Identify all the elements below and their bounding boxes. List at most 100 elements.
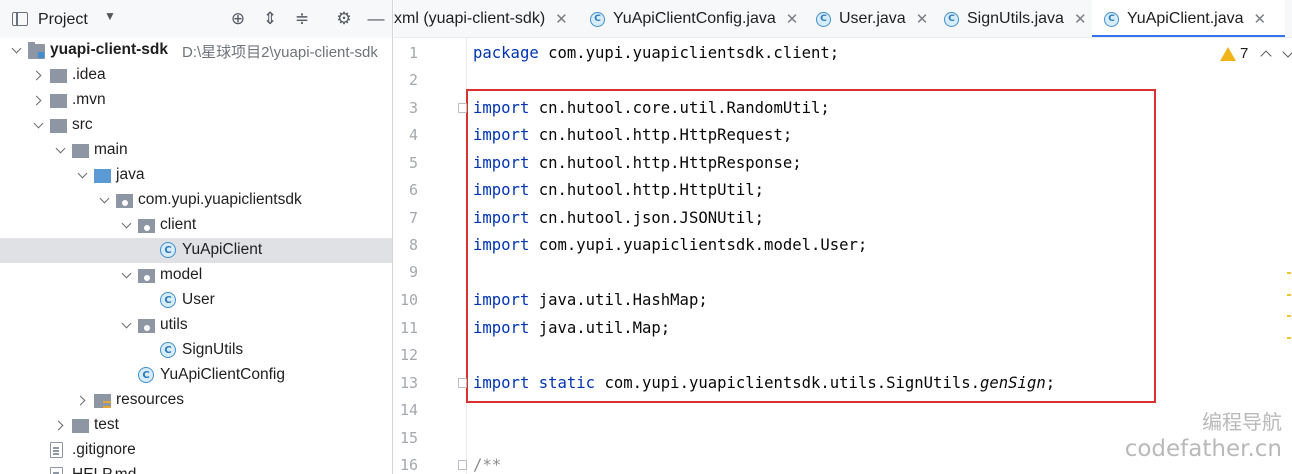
tree-item[interactable]: main [0,138,392,163]
package-dot-icon [144,225,150,231]
keyword-token: import [473,99,530,117]
chevron-down-icon[interactable] [120,269,132,281]
chevron-down-icon[interactable] [98,194,110,206]
code-line[interactable]: import java.util.Map; [473,319,670,337]
tree-item[interactable]: test [0,413,392,438]
tree-item[interactable]: src [0,113,392,138]
fold-icon[interactable] [458,378,467,388]
line-number: 3 [408,99,418,117]
tree-item-label: resources [116,391,185,408]
close-icon[interactable]: ✕ [916,10,929,28]
editor-tab[interactable]: C YuApiClient.java ✕ [1092,0,1285,37]
java-class-icon: C [160,242,176,258]
chevron-down-icon[interactable] [120,319,132,331]
tree-item-label: .mvn [72,91,106,108]
keyword-token: import [473,154,530,172]
tree-item[interactable]: C SignUtils [0,338,392,363]
line-number: 9 [408,263,418,281]
code-line[interactable]: import static com.yupi.yuapiclientsdk.ut… [473,374,1055,392]
chevron-up-icon[interactable] [1260,48,1272,60]
code-token: com.yupi.yuapiclientsdk.utils.SignUtils. [595,374,980,392]
code-line[interactable]: import com.yupi.yuapiclientsdk.model.Use… [473,236,867,254]
java-class-icon: C [590,11,605,27]
code-line[interactable]: package com.yupi.yuapiclientsdk.client; [473,44,839,62]
fold-icon[interactable] [458,103,467,113]
editor-tab-label: SignUtils.java [967,10,1064,27]
code-line[interactable]: import cn.hutool.core.util.RandomUtil; [473,99,830,117]
close-icon[interactable]: ✕ [786,10,799,28]
code-line[interactable]: import java.util.HashMap; [473,291,708,309]
tree-item[interactable]: model [0,263,392,288]
editor-tab-label: YuApiClientConfig.java [613,10,776,27]
project-panel-title[interactable]: Project [38,11,88,29]
collapse-all-icon[interactable]: ≑ [291,8,313,30]
editor-tab-label: xml (yuapi-client-sdk) [394,10,546,27]
tree-item[interactable]: .idea [0,63,392,88]
gear-icon[interactable]: ⚙ [333,8,355,30]
inspection-widget[interactable]: 7 [1220,45,1248,62]
close-icon[interactable]: ✕ [1254,10,1267,28]
chevron-down-icon[interactable] [1282,48,1292,60]
folder-icon [50,94,67,108]
editor-tab[interactable]: C SignUtils.java ✕ [932,0,1091,37]
chevron-right-icon[interactable] [32,69,44,81]
code-line[interactable]: import cn.hutool.http.HttpResponse; [473,154,802,172]
tree-item[interactable]: java [0,163,392,188]
code-line[interactable]: import cn.hutool.http.HttpUtil; [473,181,764,199]
tree-item-label: .idea [72,66,106,83]
resources-folder-icon [94,394,111,408]
module-icon [28,42,45,59]
line-number-gutter: 1 2 3 4 5 6 7 8 9 10 11 12 13 14 15 16 [394,38,466,474]
code-token: java.util.Map; [529,319,671,337]
package-icon [138,319,155,333]
line-number: 16 [399,456,418,474]
tree-item-label: YuApiClient [182,241,263,258]
tree-item[interactable]: C User [0,288,392,313]
chevron-down-icon[interactable] [54,144,66,156]
tree-item[interactable]: com.yupi.yuapiclientsdk [0,188,392,213]
tree-item-label: SignUtils [182,341,244,358]
code-line[interactable]: import cn.hutool.http.HttpRequest; [473,126,792,144]
file-icon [50,467,63,474]
keyword-token: import [473,126,530,144]
tree-item-label: main [94,141,128,158]
chevron-right-icon[interactable] [76,394,88,406]
tree-item[interactable]: C YuApiClientConfig [0,363,392,388]
tree-item[interactable]: resources [0,388,392,413]
keyword-token: import [473,209,530,227]
tree-item[interactable]: utils [0,313,392,338]
editor-tab[interactable]: C User.java ✕ [804,0,931,37]
line-number: 12 [399,346,418,364]
crosshair-icon[interactable]: ⊕ [227,8,249,30]
warning-icon [1220,46,1236,61]
chevron-down-icon[interactable] [120,219,132,231]
chevron-right-icon[interactable] [32,94,44,106]
chevron-down-icon[interactable]: ▼ [104,9,116,23]
code-line[interactable]: /** [473,456,501,474]
minimize-icon[interactable]: — [365,8,387,30]
close-icon[interactable]: ✕ [1074,10,1087,28]
chevron-down-icon[interactable] [10,44,22,56]
code-line[interactable]: import cn.hutool.json.JSONUtil; [473,209,764,227]
tree-item[interactable]: .gitignore [0,438,392,463]
editor-tab-label: User.java [839,10,906,27]
chevron-right-icon[interactable] [54,419,66,431]
tree-item[interactable]: .mvn [0,88,392,113]
tree-item[interactable]: yuapi-client-sdk D:\星球项目2\yuapi-client-sd… [0,38,392,63]
editor-tab-label: YuApiClient.java [1127,10,1244,27]
tree-item[interactable]: C YuApiClient [0,238,392,263]
tree-item-label: src [72,116,93,133]
chevron-down-icon[interactable] [32,119,44,131]
editor-tab[interactable]: xml (yuapi-client-sdk) ✕ [394,0,577,37]
scrollbar-marker [1287,294,1291,296]
file-icon [50,442,63,458]
tree-item[interactable]: HELP.md [0,463,392,474]
chevron-down-icon[interactable] [76,169,88,181]
expand-all-icon[interactable]: ⇕ [259,8,281,30]
tree-item[interactable]: client [0,213,392,238]
code-token: cn.hutool.http.HttpResponse; [529,154,802,172]
editor-tab[interactable]: C YuApiClientConfig.java ✕ [578,0,803,37]
fold-icon[interactable] [458,460,467,470]
close-icon[interactable]: ✕ [555,10,568,28]
tree-item-label: .gitignore [72,441,136,458]
